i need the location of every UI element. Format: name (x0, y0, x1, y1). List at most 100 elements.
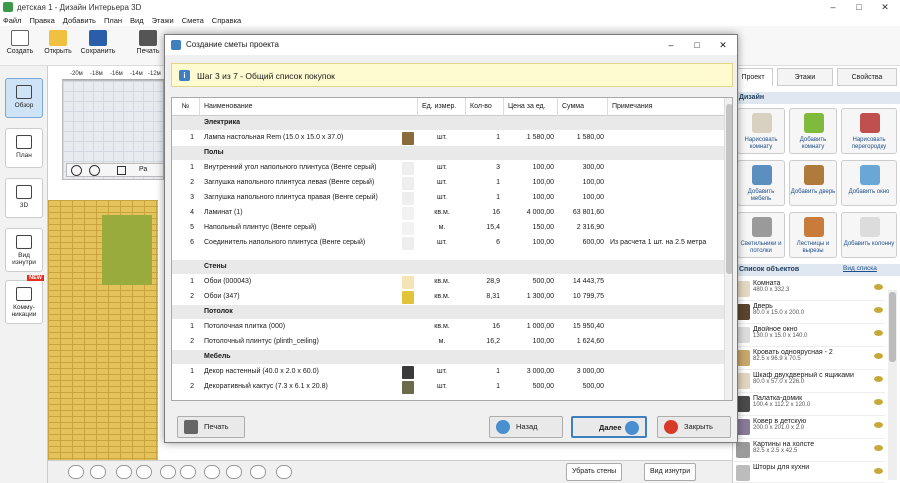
menu-plan[interactable]: План (104, 16, 122, 25)
menu-help[interactable]: Справка (212, 16, 241, 25)
table-row[interactable]: 1 Обои (000043) кв.м. 28,9 500,00 14 443,75 (172, 275, 724, 290)
stairs-cutouts-button[interactable]: Лестницы и вырезы (789, 212, 837, 258)
visibility-eye-icon[interactable] (874, 422, 883, 428)
zoom-out-icon[interactable] (71, 165, 82, 176)
table-row[interactable]: 2 Декоративный кактус (7.3 x 6.1 x 20.8) ш… (172, 380, 724, 395)
visibility-eye-icon[interactable] (874, 445, 883, 451)
home-icon[interactable] (276, 465, 292, 479)
col-qty[interactable]: Кол-во (466, 98, 504, 116)
col-sum[interactable]: Сумма (558, 98, 608, 116)
item-name: Декор настенный (40.0 x 2.0 x 60.0) (204, 368, 319, 375)
zoom-in-icon[interactable] (136, 465, 152, 479)
add-room-button[interactable]: Добавить комнату (789, 108, 837, 154)
menu-estimate[interactable]: Смета (182, 16, 204, 25)
view-list-link[interactable]: Вид списка (843, 265, 877, 272)
view-communications-button[interactable]: NEW Комму-никации (5, 275, 44, 324)
col-unit[interactable]: Ед. измер. (418, 98, 466, 116)
back-button[interactable]: Назад (489, 416, 563, 438)
create-button[interactable]: Создать (2, 28, 38, 64)
table-row[interactable]: 6 Соединитель напольного плинтуса (Венге … (172, 236, 724, 260)
menu-view[interactable]: Вид (130, 16, 144, 25)
view-3d-button[interactable]: 3D (5, 178, 43, 218)
table-row[interactable]: 1 Лампа настольная Rem (15.0 x 15.0 x 37.… (172, 131, 724, 146)
rotate-right-icon[interactable] (180, 465, 196, 479)
dialog-maximize-button[interactable]: □ (687, 37, 707, 53)
table-row[interactable]: 5 Напольный плинтус (Венге серый) м. 15,4 15… (172, 221, 724, 236)
table-row[interactable]: 1 Декор настенный (40.0 x 2.0 x 60.0) шт. 1… (172, 365, 724, 380)
next-button[interactable]: Далее (571, 416, 647, 438)
close-window-button[interactable]: ✕ (872, 0, 898, 14)
table-row[interactable]: 4 Ламинат (1) кв.м. 16 4 000,00 63 801,60 (172, 206, 724, 221)
table-scrollbar[interactable] (724, 98, 732, 400)
maximize-button[interactable]: □ (846, 0, 872, 14)
object-row[interactable]: Двойное окно 130.0 x 15.0 x 140.0 (733, 324, 885, 347)
column-icon (860, 217, 880, 237)
zoom-out-icon[interactable] (116, 465, 132, 479)
table-row[interactable]: 1 Внутренний угол напольного плинтуса (Ве… (172, 161, 724, 176)
orbit-down-icon[interactable] (226, 465, 242, 479)
object-row[interactable]: Ковер в детскую 200.0 x 201.0 x 2.0 (733, 416, 885, 439)
table-row[interactable]: 2 Потолочный плинтус (plinth_ceiling) м. 16… (172, 335, 724, 350)
object-row[interactable]: Палатка-домик 100.4 x 112.2 x 120.0 (733, 393, 885, 416)
add-furniture-button[interactable]: Добавить мебель (737, 160, 785, 206)
open-button[interactable]: Открыть (40, 28, 76, 64)
hand-pan-icon[interactable] (90, 465, 106, 479)
visibility-eye-icon[interactable] (874, 307, 883, 313)
visibility-eye-icon[interactable] (874, 353, 883, 359)
dialog-print-button[interactable]: Печать (177, 416, 245, 438)
tab-properties[interactable]: Свойства (837, 68, 897, 86)
table-scroll-thumb[interactable] (726, 104, 732, 274)
visibility-eye-icon[interactable] (874, 284, 883, 290)
col-notes[interactable]: Примечания (608, 98, 724, 116)
tab-project[interactable]: Проект (733, 68, 773, 86)
3d-mode-icon[interactable] (68, 465, 84, 479)
col-name[interactable]: Наименование (200, 98, 418, 116)
visibility-eye-icon[interactable] (874, 376, 883, 382)
menu-edit[interactable]: Правка (29, 16, 54, 25)
dialog-close-icon[interactable]: ✕ (713, 37, 733, 53)
print-button[interactable]: Печать (130, 28, 166, 64)
menu-floors[interactable]: Этажи (152, 16, 174, 25)
save-button[interactable]: Сохранить (78, 28, 118, 64)
col-number[interactable]: № (172, 98, 200, 116)
menu-add[interactable]: Добавить (63, 16, 96, 25)
view-plan-button[interactable]: План (5, 128, 43, 168)
rotate-left-icon[interactable] (160, 465, 176, 479)
object-row[interactable]: Кровать одноярусная - 2 82.5 x 96.9 x 70.… (733, 347, 885, 370)
visibility-eye-icon[interactable] (874, 468, 883, 474)
view-inside-button[interactable]: Вид изнутри (5, 228, 43, 272)
add-door-button[interactable]: Добавить дверь (789, 160, 837, 206)
ruler-tool-icon[interactable] (117, 166, 126, 175)
draw-room-button[interactable]: Нарисовать комнату (737, 108, 785, 154)
tab-floors[interactable]: Этажи (777, 68, 833, 86)
object-row[interactable]: Картины на холсте 82.5 x 2.5 x 42.5 (733, 439, 885, 462)
object-row[interactable]: Шкаф двухдверный с ящиками 80.0 x 57.0 x … (733, 370, 885, 393)
table-row[interactable]: 1 Потолочная плитка (000) кв.м. 16 1 000,00 1… (172, 320, 724, 335)
add-column-button[interactable]: Добавить колонну (841, 212, 897, 258)
menu-file[interactable]: Файл (3, 16, 21, 25)
light-bulb-icon[interactable] (250, 465, 266, 479)
visibility-eye-icon[interactable] (874, 399, 883, 405)
visibility-eye-icon[interactable] (874, 330, 883, 336)
lights-ceilings-button[interactable]: Светильники и потолки (737, 212, 785, 258)
object-row[interactable]: Дверь 80.0 x 15.0 x 200.0 (733, 301, 885, 324)
inside-view-button[interactable]: Вид изнутри (644, 463, 697, 481)
orbit-up-icon[interactable] (204, 465, 220, 479)
view-overview-button[interactable]: Обзор (5, 78, 43, 118)
objects-scrollbar[interactable] (888, 290, 897, 480)
add-window-button[interactable]: Добавить окно (841, 160, 897, 206)
minimize-button[interactable]: – (820, 0, 846, 14)
object-thumbnail (736, 350, 750, 366)
objects-scroll-thumb[interactable] (889, 292, 896, 362)
object-row[interactable]: Шторы для кухни (733, 462, 885, 483)
col-price[interactable]: Цена за ед. (504, 98, 558, 116)
table-row[interactable]: 3 Заглушка напольного плинтуса правая (Ве… (172, 191, 724, 206)
zoom-in-icon[interactable] (89, 165, 100, 176)
table-row[interactable]: 2 Обои (347) кв.м. 8,31 1 300,00 10 799,75 (172, 290, 724, 305)
draw-partition-button[interactable]: Нарисовать перегородку (841, 108, 897, 154)
object-row[interactable]: Комната 480.0 x 332.3 (733, 278, 885, 301)
close-button[interactable]: Закрыть (657, 416, 731, 438)
dialog-minimize-button[interactable]: – (661, 37, 681, 53)
table-row[interactable]: 2 Заглушка напольного плинтуса левая (Вен… (172, 176, 724, 191)
hide-walls-button[interactable]: Убрать стены (566, 463, 623, 481)
